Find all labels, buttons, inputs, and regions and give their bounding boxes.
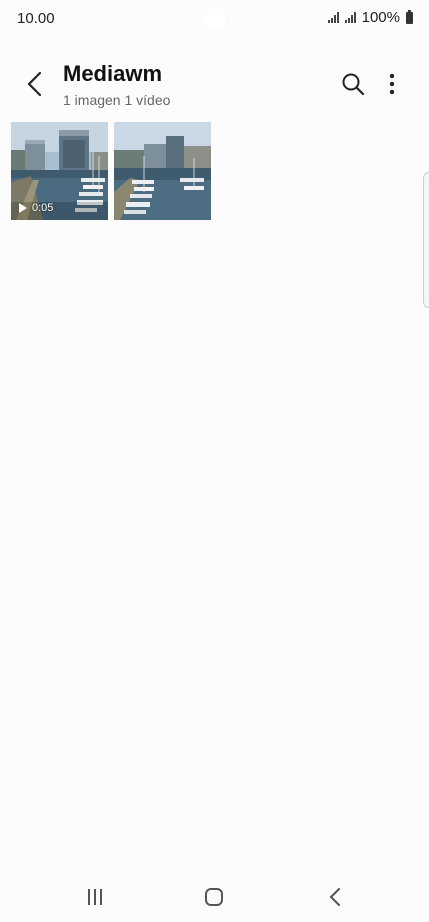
album-title: Mediawm xyxy=(63,61,163,86)
media-thumbnail-video[interactable]: 0:05 xyxy=(11,122,108,220)
home-icon xyxy=(205,888,223,906)
battery-icon xyxy=(406,9,413,24)
album-subtitle: 1 imagen 1 vídeo xyxy=(63,92,171,108)
home-button[interactable] xyxy=(199,884,229,910)
navigation-bar xyxy=(0,872,429,922)
more-options-button[interactable] xyxy=(380,70,404,98)
video-duration: 0:05 xyxy=(32,202,54,214)
status-bar: 10.00 100% xyxy=(0,0,429,36)
camera-cutout xyxy=(204,8,226,30)
system-back-button[interactable] xyxy=(320,884,350,910)
recents-icon xyxy=(88,889,102,905)
status-icons: 100% xyxy=(327,9,413,26)
harbor-photo-thumbnail xyxy=(114,122,211,220)
play-icon xyxy=(19,203,27,213)
more-options-icon xyxy=(389,73,395,95)
fast-scroll-handle[interactable] xyxy=(423,172,429,308)
signal-icon xyxy=(327,12,339,23)
search-icon xyxy=(342,73,365,96)
recents-button[interactable] xyxy=(80,884,110,910)
back-icon xyxy=(330,888,340,906)
back-arrow-icon xyxy=(27,71,42,97)
status-time: 10.00 xyxy=(17,10,55,27)
back-button[interactable] xyxy=(20,68,52,100)
media-thumbnail-image[interactable] xyxy=(114,122,211,220)
battery-percent: 100% xyxy=(361,9,400,26)
search-button[interactable] xyxy=(339,70,367,98)
signal-icon xyxy=(344,12,356,23)
video-duration-badge: 0:05 xyxy=(19,202,53,214)
